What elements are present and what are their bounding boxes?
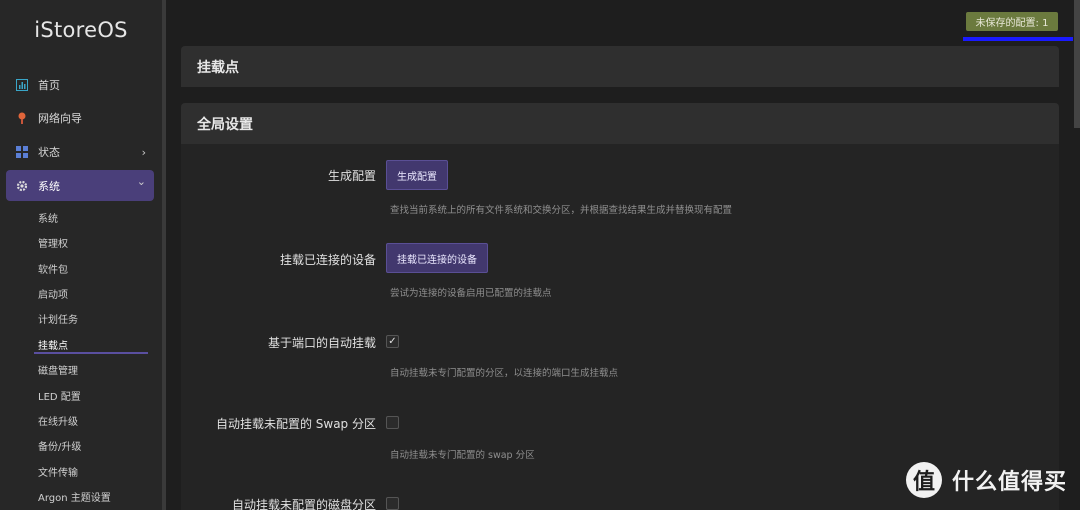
brand-logo[interactable]: iStoreOS bbox=[0, 18, 162, 42]
disk-automount-checkbox[interactable] bbox=[386, 497, 399, 510]
watermark-text: 什么值得买 bbox=[952, 470, 1068, 495]
chevron-right-icon: › bbox=[141, 145, 146, 159]
generate-config-button[interactable]: 生成配置 bbox=[386, 160, 448, 190]
mount-devices-desc: 尝试为连接的设备启用已配置的挂载点 bbox=[390, 288, 552, 299]
gear-icon bbox=[16, 180, 28, 192]
section-title-global: 全局设置 bbox=[181, 103, 1059, 144]
disk-automount-label: 自动挂载未配置的磁盘分区 bbox=[231, 498, 376, 510]
subnav-item[interactable]: 磁盘管理 bbox=[38, 362, 78, 377]
nav-network-wizard[interactable]: 网络向导 bbox=[6, 103, 154, 133]
subnav-item-active[interactable]: 挂载点 bbox=[38, 337, 68, 352]
subnav-item[interactable]: 备份/升级 bbox=[38, 438, 81, 453]
nav-status[interactable]: 状态 › bbox=[6, 137, 154, 167]
watermark-logo: 值 bbox=[906, 462, 942, 498]
wizard-icon bbox=[16, 112, 28, 124]
subnav-item[interactable]: 系统 bbox=[38, 210, 58, 225]
nav-home[interactable]: 首页 bbox=[6, 70, 154, 100]
subnav-item[interactable]: LED 配置 bbox=[38, 388, 81, 403]
mount-devices-label: 挂载已连接的设备 bbox=[279, 253, 376, 267]
grid-icon bbox=[16, 146, 28, 158]
nav-label: 网络向导 bbox=[38, 112, 82, 125]
subnav-item[interactable]: 文件传输 bbox=[38, 464, 78, 479]
page-title: 挂载点 bbox=[181, 46, 1059, 87]
swap-automount-label: 自动挂载未配置的 Swap 分区 bbox=[215, 417, 376, 431]
nav-label: 状态 bbox=[38, 146, 60, 159]
main-scrollbar[interactable] bbox=[1074, 0, 1080, 128]
subnav-item[interactable]: 软件包 bbox=[38, 261, 68, 276]
swap-automount-desc: 自动挂载未专门配置的 swap 分区 bbox=[390, 450, 535, 461]
active-underline bbox=[34, 352, 148, 354]
mount-devices-button[interactable]: 挂载已连接的设备 bbox=[386, 243, 488, 273]
port-automount-desc: 自动挂载未专门配置的分区，以连接的端口生成挂载点 bbox=[390, 368, 619, 379]
subnav-item[interactable]: 计划任务 bbox=[38, 311, 78, 326]
nav-label: 系统 bbox=[38, 179, 60, 193]
subnav-item[interactable]: 管理权 bbox=[38, 235, 68, 250]
subnav-item[interactable]: Argon 主题设置 bbox=[38, 489, 111, 504]
swap-automount-checkbox[interactable] bbox=[386, 416, 399, 429]
chevron-down-icon: ⌄ bbox=[136, 175, 146, 188]
generate-config-desc: 查找当前系统上的所有文件系统和交换分区，并根据查找结果生成并替换现有配置 bbox=[390, 205, 733, 216]
dashboard-icon bbox=[16, 79, 28, 91]
port-automount-checkbox[interactable]: ✓ bbox=[386, 335, 399, 348]
sidebar-scrollbar[interactable] bbox=[162, 0, 166, 510]
watermark: 值 什么值得买 bbox=[906, 462, 1067, 498]
unsaved-changes-badge[interactable]: 未保存的配置: 1 bbox=[966, 12, 1058, 31]
global-settings-panel bbox=[181, 144, 1059, 510]
sidebar: iStoreOS 首页 网络向导 状态 › 系统 ⌄ 系统 管理权 软件包 启动… bbox=[0, 0, 162, 510]
nav-system[interactable]: 系统 ⌄ bbox=[6, 170, 154, 201]
subnav-item[interactable]: 在线升级 bbox=[38, 413, 78, 428]
generate-config-label: 生成配置 bbox=[327, 169, 376, 183]
port-automount-label: 基于端口的自动挂载 bbox=[267, 336, 376, 350]
subnav-item[interactable]: 启动项 bbox=[38, 286, 68, 301]
nav-label: 首页 bbox=[38, 79, 60, 92]
highlight-underline bbox=[963, 37, 1073, 41]
